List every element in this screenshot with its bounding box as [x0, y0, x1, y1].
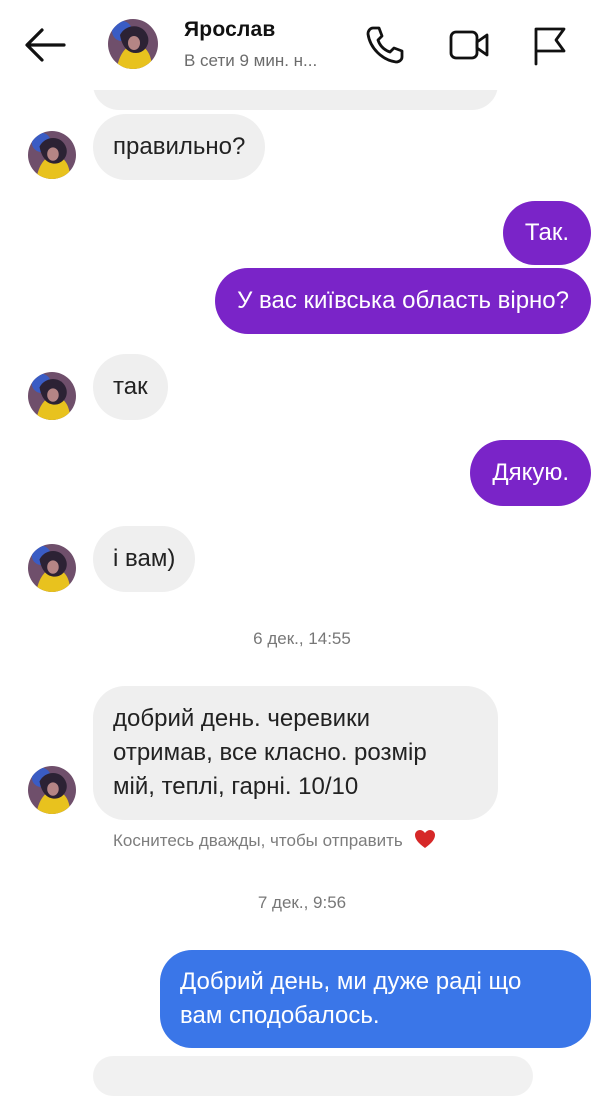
message-line: вам сподобалось. [180, 1002, 380, 1029]
incoming-message[interactable]: добрий день. черевики отримав, все класн… [93, 686, 498, 820]
voice-call-button[interactable] [364, 24, 406, 66]
message-line: добрий день. черевики [113, 705, 370, 732]
heart-icon[interactable] [414, 829, 436, 849]
hint-text: Коснитесь дважды, чтобы отправить [113, 831, 403, 850]
incoming-message[interactable]: так [93, 354, 168, 420]
incoming-message[interactable]: і вам) [93, 526, 196, 592]
contact-name[interactable]: Ярослав [184, 18, 275, 42]
message-line: Добрий день, ми дуже раді що [180, 968, 522, 995]
report-button[interactable] [530, 24, 572, 66]
outgoing-message[interactable]: Так. [502, 201, 591, 265]
back-button[interactable] [24, 26, 66, 64]
contact-avatar[interactable] [108, 19, 158, 69]
date-separator: 7 дек., 9:56 [257, 893, 347, 912]
message-text: правильно? [113, 133, 246, 160]
sender-avatar[interactable] [28, 372, 76, 420]
video-call-button[interactable] [448, 24, 490, 66]
video-camera-icon [449, 30, 489, 60]
flag-icon [534, 27, 566, 66]
message-text: так [113, 373, 148, 400]
arrow-left-icon [25, 28, 66, 62]
sender-avatar[interactable] [28, 766, 76, 814]
message-line: мій, теплі, гарні. 10/10 [113, 773, 359, 800]
incoming-message-partial[interactable] [93, 1056, 533, 1096]
incoming-message[interactable]: правильно? [93, 114, 266, 180]
double-tap-hint: Коснитесь дважды, чтобы отправить [113, 829, 436, 851]
message-text: Так. [524, 219, 569, 246]
sender-avatar[interactable] [28, 544, 76, 592]
message-text: У вас київська область вірно? [237, 287, 569, 314]
message-line: отримав, все класно. розмір [113, 739, 427, 766]
sender-avatar[interactable] [28, 131, 76, 179]
outgoing-message[interactable]: Добрий день, ми дуже раді що вам сподоба… [160, 950, 591, 1048]
outgoing-message[interactable]: У вас київська область вірно? [215, 268, 591, 334]
message-text: Дякую. [492, 459, 569, 486]
phone-icon [366, 26, 404, 64]
date-separator: 6 дек., 14:55 [253, 629, 351, 648]
outgoing-message[interactable]: Дякую. [470, 440, 591, 506]
message-text: і вам) [113, 545, 176, 572]
chat-header: Ярослав В сети 9 мин. н... [0, 0, 604, 90]
online-status: В сети 9 мин. н... [184, 51, 318, 70]
